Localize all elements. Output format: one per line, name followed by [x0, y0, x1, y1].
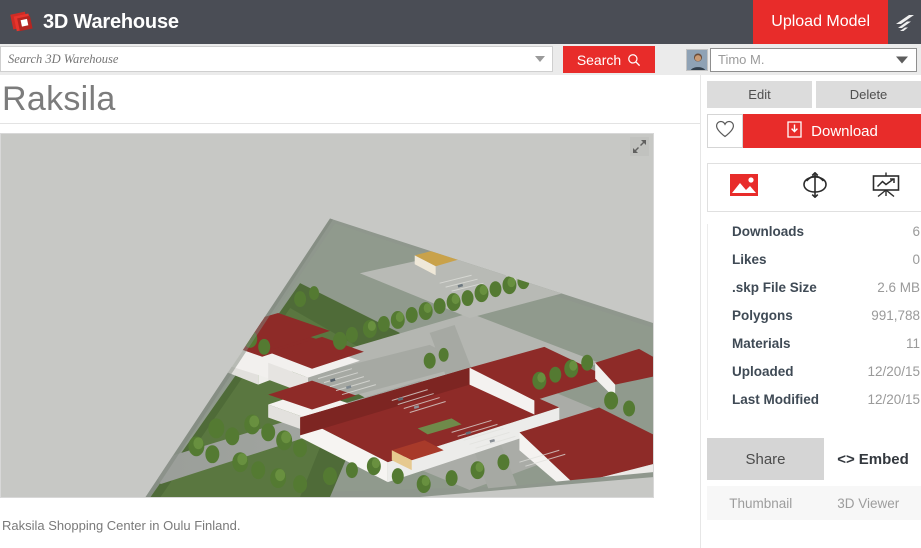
- subtab-3d-viewer[interactable]: 3D Viewer: [815, 486, 921, 520]
- stat-value: 11: [905, 336, 920, 351]
- stat-value: 2.6 MB: [877, 280, 920, 295]
- stat-value: 12/20/15: [867, 364, 920, 379]
- stat-value: 12/20/15: [867, 392, 920, 407]
- stat-row: .skp File Size 2.6 MB: [732, 280, 921, 308]
- stat-row: Downloads 6: [732, 224, 921, 252]
- brand-home-link[interactable]: 3D Warehouse: [0, 0, 179, 44]
- model-statistics-list: Downloads 6 Likes 0 .skp File Size 2.6 M…: [707, 224, 921, 420]
- presentation-chart-icon: [871, 172, 901, 203]
- stat-value: 991,788: [871, 308, 920, 323]
- tab-stats[interactable]: [850, 164, 921, 211]
- heart-outline-icon: [715, 120, 735, 143]
- page-title-area: Raksila: [0, 75, 700, 123]
- stat-label: Polygons: [732, 308, 793, 323]
- download-box-icon: [786, 120, 803, 142]
- stat-row: Last Modified 12/20/15: [732, 392, 921, 420]
- chevron-down-icon: [896, 56, 908, 63]
- stat-row: Likes 0: [732, 252, 921, 280]
- delete-button[interactable]: Delete: [816, 81, 921, 108]
- search-icon: [627, 53, 641, 67]
- stat-label: .skp File Size: [732, 280, 817, 295]
- download-button[interactable]: Download: [743, 114, 921, 148]
- search-button-label: Search: [576, 51, 622, 68]
- stat-row: Materials 11: [732, 336, 921, 364]
- stat-label: Uploaded: [732, 364, 794, 379]
- account-area: Timo M.: [686, 44, 921, 75]
- stat-value: 0: [912, 252, 920, 267]
- download-button-label: Download: [811, 122, 878, 140]
- upload-model-button[interactable]: Upload Model: [753, 0, 888, 44]
- subtab-thumbnail[interactable]: Thumbnail: [707, 486, 815, 520]
- detail-tabstrip: [707, 163, 921, 212]
- searchrow-spacer: [655, 44, 686, 75]
- search-button[interactable]: Search: [563, 46, 655, 73]
- stat-row: Polygons 991,788: [732, 308, 921, 336]
- image-photo-icon: [729, 174, 758, 201]
- stat-row: Uploaded 12/20/15: [732, 364, 921, 392]
- search-field-container[interactable]: [0, 46, 553, 72]
- model-caption: Raksila Shopping Center in Oulu Finland.: [2, 518, 241, 533]
- share-tab-button[interactable]: Share: [707, 438, 824, 480]
- search-gap: [553, 44, 563, 75]
- model-detail-panel: Edit Delete Download Downloads 6 Likes 0…: [700, 75, 921, 548]
- tab-thumbnail[interactable]: [708, 164, 779, 211]
- stat-label: Materials: [732, 336, 791, 351]
- tab-3d-model[interactable]: [779, 164, 850, 211]
- account-dropdown[interactable]: Timo M.: [710, 47, 917, 72]
- edit-button[interactable]: Edit: [707, 81, 812, 108]
- stat-label: Likes: [732, 252, 767, 267]
- chevron-down-icon[interactable]: [535, 56, 545, 62]
- warehouse-stack-logo-icon: [9, 9, 35, 35]
- share-embed-row: Share <> Embed: [707, 438, 921, 480]
- account-name-label: Timo M.: [718, 52, 765, 67]
- brand-title: 3D Warehouse: [43, 10, 179, 33]
- embed-tab-button[interactable]: <> Embed: [824, 438, 921, 480]
- share-subtabs: Thumbnail 3D Viewer: [707, 486, 921, 520]
- expand-fullscreen-icon[interactable]: [630, 137, 649, 156]
- model-preview-image[interactable]: [0, 133, 654, 498]
- stat-label: Downloads: [732, 224, 805, 239]
- download-row: Download: [701, 108, 921, 148]
- code-brackets-icon: <>: [837, 450, 855, 468]
- sketchup-logo-icon[interactable]: [888, 0, 921, 44]
- avatar[interactable]: [686, 48, 708, 71]
- stat-label: Last Modified: [732, 392, 819, 407]
- page-title: Raksila: [2, 79, 116, 118]
- favorite-button[interactable]: [707, 114, 743, 148]
- edit-delete-row: Edit Delete: [701, 75, 921, 108]
- model-3d-render: [1, 134, 653, 497]
- top-navigation-bar: 3D Warehouse Upload Model: [0, 0, 921, 44]
- embed-label: Embed: [858, 450, 909, 468]
- title-divider: [0, 123, 700, 124]
- 3d-rotate-icon: [801, 171, 829, 203]
- search-bar-row: Search Timo M.: [0, 44, 921, 75]
- stat-value: 6: [912, 224, 920, 239]
- search-input[interactable]: [1, 47, 552, 71]
